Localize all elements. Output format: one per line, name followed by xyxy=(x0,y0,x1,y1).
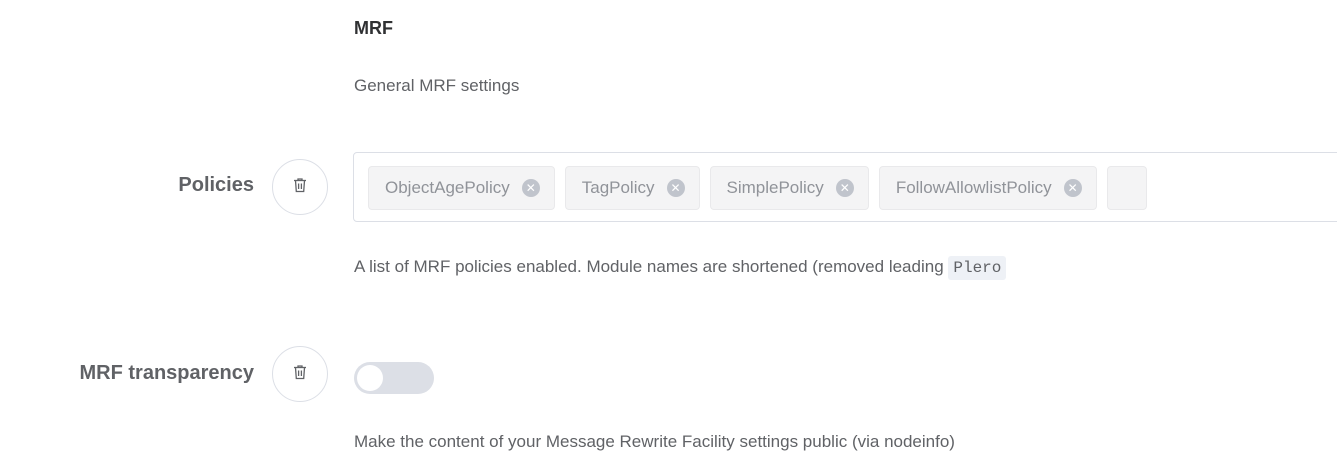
transparency-help-text: Make the content of your Message Rewrite… xyxy=(354,432,955,451)
toggle-knob xyxy=(357,365,383,391)
section-description: General MRF settings xyxy=(354,76,520,95)
policy-tag-partial xyxy=(1106,166,1147,210)
trash-icon xyxy=(291,176,309,199)
policy-tag-label: TagPolicy xyxy=(581,178,655,197)
transparency-label: MRF transparency xyxy=(79,362,255,384)
policies-tag-list: ObjectAgePolicy ✕ TagPolicy ✕ SimplePoli… xyxy=(368,166,1147,210)
close-circle-icon[interactable]: ✕ xyxy=(521,179,540,197)
trash-icon xyxy=(291,363,309,386)
close-circle-icon[interactable]: ✕ xyxy=(1063,179,1082,197)
policies-help-text: A list of MRF policies enabled. Module n… xyxy=(354,256,1007,280)
close-circle-icon[interactable]: ✕ xyxy=(666,179,685,197)
policy-tag: SimplePolicy ✕ xyxy=(709,166,869,210)
policy-tag-label: ObjectAgePolicy xyxy=(385,178,510,197)
policy-tag-label: SimplePolicy xyxy=(726,178,824,197)
transparency-toggle[interactable] xyxy=(354,362,434,394)
policy-tag-label: FollowAllowlistPolicy xyxy=(895,178,1052,197)
transparency-delete-button[interactable] xyxy=(272,346,328,402)
policies-help-body: A list of MRF policies enabled. Module n… xyxy=(354,257,949,276)
section-title: MRF xyxy=(354,18,393,38)
policies-help-code: Plero xyxy=(948,256,1007,280)
policy-tag: TagPolicy ✕ xyxy=(564,166,700,210)
policies-delete-button[interactable] xyxy=(272,159,328,215)
policies-select[interactable]: ObjectAgePolicy ✕ TagPolicy ✕ SimplePoli… xyxy=(353,152,1337,222)
policy-tag: FollowAllowlistPolicy ✕ xyxy=(878,166,1097,210)
policies-label: Policies xyxy=(178,174,254,196)
close-circle-icon[interactable]: ✕ xyxy=(835,179,854,197)
policy-tag: ObjectAgePolicy ✕ xyxy=(368,166,555,210)
